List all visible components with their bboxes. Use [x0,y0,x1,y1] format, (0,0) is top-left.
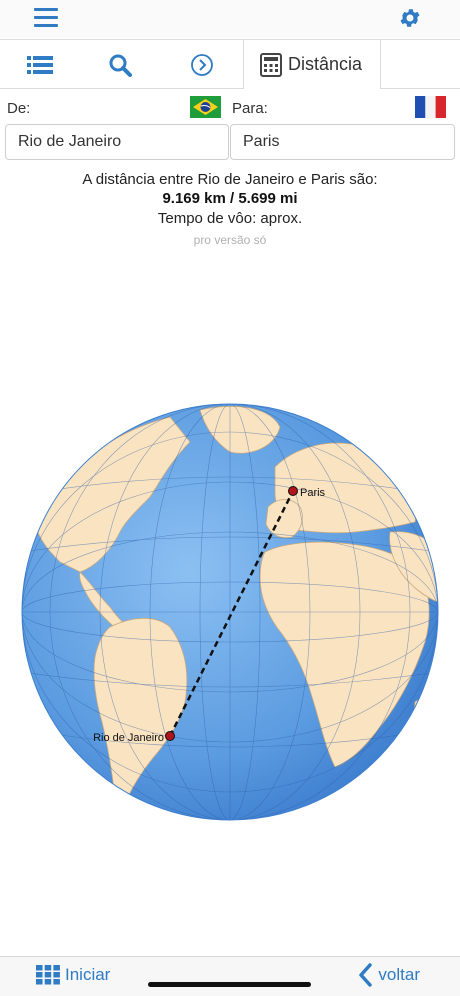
distance-sentence: A distância entre Rio de Janeiro e Paris… [82,171,378,188]
back-button-label: voltar [378,965,420,984]
western-europe [265,499,303,539]
tab-list[interactable] [18,40,62,89]
to-label: Para: [232,100,268,117]
destination-marker[interactable] [288,486,298,496]
madagascar [412,699,424,729]
gear-icon[interactable] [398,6,422,30]
home-indicator[interactable] [148,982,311,987]
distance-value: 9.169 km / 5.699 mi [162,190,298,207]
top-bar [0,0,460,38]
tab-bar: Distância [0,39,460,89]
tab-next[interactable] [180,40,224,89]
globe-map[interactable]: Rio de Janeiro Paris [20,402,440,822]
origin-map-label: Rio de Janeiro [93,732,164,744]
search-icon [109,54,132,77]
hamburger-menu-icon[interactable] [34,8,58,28]
origin-city-field[interactable]: Rio de Janeiro [5,124,229,160]
france-flag[interactable] [415,96,446,118]
grid-icon [36,965,60,985]
flight-time: Tempo de vôo: aprox. [157,210,303,227]
start-button[interactable]: Iniciar [36,965,110,985]
tab-search[interactable] [98,40,142,89]
back-button[interactable]: voltar [358,963,420,987]
from-label: De: [7,100,31,117]
start-button-label: Iniciar [65,965,111,984]
pro-version-note: pro versão só [193,233,267,247]
calculator-icon [260,52,282,77]
list-icon [27,55,53,74]
globe-svg: Rio de Janeiro Paris [21,403,439,821]
destination-map-label: Paris [300,487,326,499]
brazil-flag[interactable] [190,96,221,118]
chevron-right-circle-icon [191,53,213,76]
tab-distance-label: Distância [288,54,363,74]
bottom-bar: Iniciar voltar [0,956,460,996]
destination-city-field[interactable]: Paris [230,124,455,160]
chevron-left-icon [359,963,373,987]
origin-marker[interactable] [165,731,175,741]
tab-distance[interactable]: Distância [243,39,381,89]
